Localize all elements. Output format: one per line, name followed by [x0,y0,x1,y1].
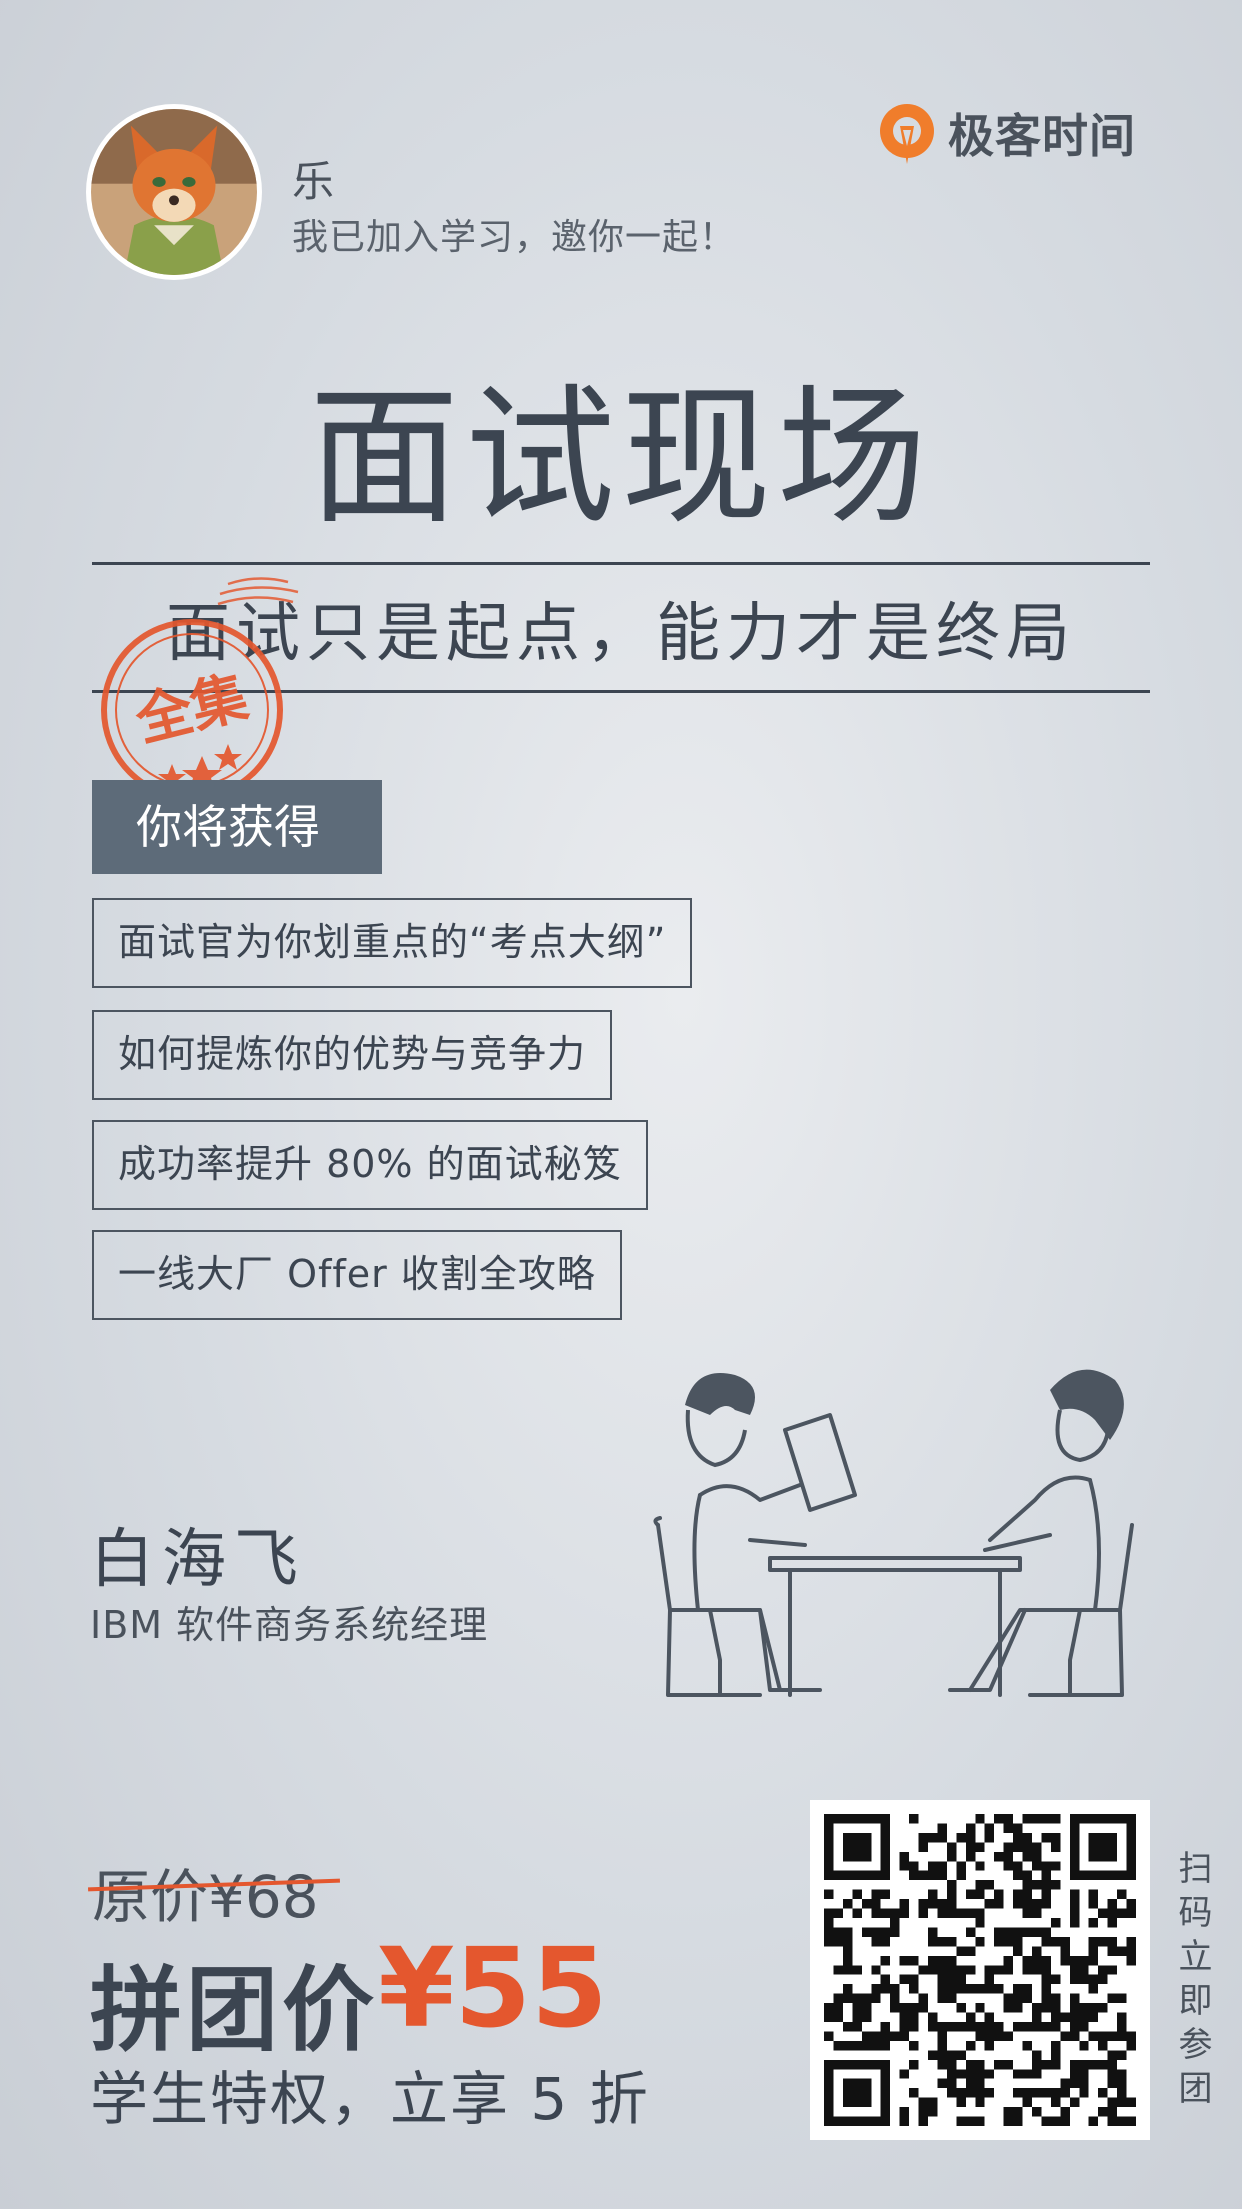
student-offer: 学生特权，立享 5 折 [90,2065,650,2133]
user-name: 乐 [292,157,335,206]
share-poster: 乐 我已加入学习，邀你一起！ 极客时间 面试现场 面试只是起点，能力才是终局 全… [0,0,1242,2209]
group-price: ¥55 [378,1924,608,2052]
geek-time-logo-icon [880,104,934,164]
gain-item: 面试官为你划重点的“考点大纲” [92,898,693,988]
brand-logo: 极客时间 [870,96,1160,170]
gain-item: 成功率提升 80% 的面试秘笈 [92,1120,648,1210]
interview-illustration [653,1369,1134,1697]
stamp-text: 全集 [129,664,254,754]
instructor-name: 白海飞 [90,1523,306,1597]
invite-message: 我已加入学习，邀你一起！ [292,217,737,258]
qr-code-image [824,1814,1136,2126]
gain-item: 如何提炼你的优势与竞争力 [92,1010,613,1100]
group-price-label: 拼团价 [90,1957,379,2064]
stamp-icon: 全集 [101,577,299,801]
gain-item: 一线大厂 Offer 收割全攻略 [92,1230,622,1320]
avatar[interactable] [86,104,262,280]
brand-name: 极客时间 [948,109,1136,163]
instructor-title: IBM 软件商务系统经理 [90,1603,489,1647]
avatar-fox-image [91,109,257,275]
gains-heading: 你将获得 [92,780,382,874]
scan-to-join-text: 扫码立即参团 [1172,1850,1212,2114]
original-price: 原价¥68 [92,1863,319,1931]
course-title: 面试现场 [308,371,933,545]
qr-code[interactable] [810,1800,1150,2140]
